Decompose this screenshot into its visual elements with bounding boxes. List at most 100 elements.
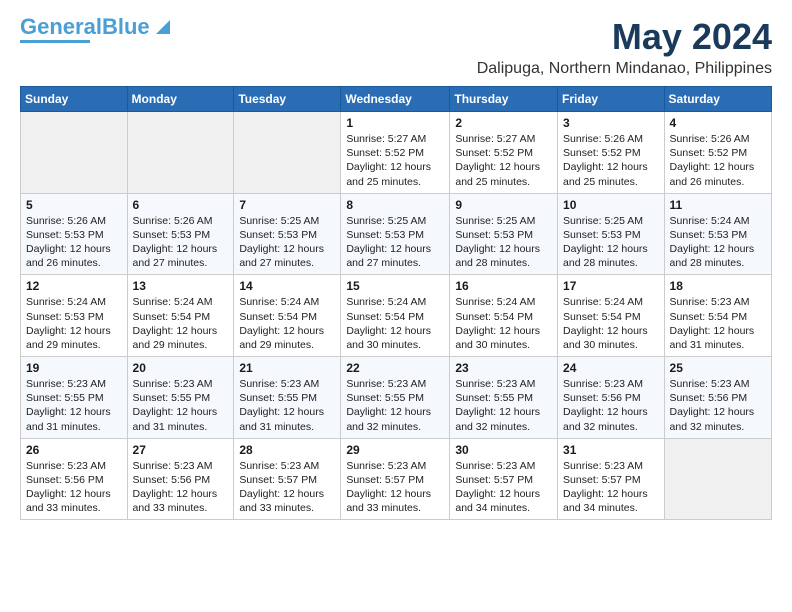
header-tuesday: Tuesday xyxy=(234,87,341,112)
day-info: Sunrise: 5:25 AMSunset: 5:53 PMDaylight:… xyxy=(455,214,552,271)
day-info: Sunrise: 5:23 AMSunset: 5:56 PMDaylight:… xyxy=(133,459,229,516)
calendar-week-row: 1 Sunrise: 5:27 AMSunset: 5:52 PMDaylight… xyxy=(21,112,772,194)
logo-general: General xyxy=(20,14,102,39)
day-info: Sunrise: 5:24 AMSunset: 5:54 PMDaylight:… xyxy=(455,295,552,352)
calendar-cell xyxy=(21,112,128,194)
logo-text: GeneralBlue xyxy=(20,16,150,38)
day-number: 11 xyxy=(670,198,766,212)
calendar-cell: 13Sunrise: 5:24 AMSunset: 5:54 PMDayligh… xyxy=(127,275,234,357)
day-number: 30 xyxy=(455,443,552,457)
day-number: 29 xyxy=(346,443,444,457)
day-info: Sunrise: 5:23 AMSunset: 5:57 PMDaylight:… xyxy=(346,459,444,516)
day-number: 31 xyxy=(563,443,659,457)
day-info: Sunrise: 5:27 AMSunset: 5:52 PMDaylight:… xyxy=(346,132,444,189)
day-info: Sunrise: 5:26 AMSunset: 5:52 PMDaylight:… xyxy=(670,132,766,189)
calendar-cell: 29 Sunrise: 5:23 AMSunset: 5:57 PMDayligh… xyxy=(341,438,450,520)
day-info: Sunrise: 5:25 AMSunset: 5:53 PMDaylight:… xyxy=(346,214,444,271)
day-info: Sunrise: 5:26 AMSunset: 5:53 PMDaylight:… xyxy=(26,214,122,271)
calendar-table: Sunday Monday Tuesday Wednesday Thursday… xyxy=(20,86,772,520)
day-info: Sunrise: 5:23 AMSunset: 5:57 PMDaylight:… xyxy=(239,459,335,516)
day-info: Sunrise: 5:24 AMSunset: 5:54 PMDaylight:… xyxy=(346,295,444,352)
calendar-week-row: 19 Sunrise: 5:23 AMSunset: 5:55 PMDayligh… xyxy=(21,357,772,439)
day-number: 26 xyxy=(26,443,122,457)
day-number: 21 xyxy=(239,361,335,375)
day-info: Sunrise: 5:24 AMSunset: 5:54 PMDaylight:… xyxy=(563,295,659,352)
day-number: 25 xyxy=(670,361,766,375)
calendar-cell: 26 Sunrise: 5:23 AMSunset: 5:56 PMDayligh… xyxy=(21,438,128,520)
calendar-header-row: Sunday Monday Tuesday Wednesday Thursday… xyxy=(21,87,772,112)
day-number: 1 xyxy=(346,116,444,130)
calendar-cell: 11 Sunrise: 5:24 AMSunset: 5:53 PMDayligh… xyxy=(664,193,771,275)
day-number: 28 xyxy=(239,443,335,457)
calendar-cell: 5 Sunrise: 5:26 AMSunset: 5:53 PMDaylight… xyxy=(21,193,128,275)
day-number: 14 xyxy=(239,279,335,293)
day-number: 4 xyxy=(670,116,766,130)
calendar-cell: 20 Sunrise: 5:23 AMSunset: 5:55 PMDayligh… xyxy=(127,357,234,439)
calendar-cell: 4 Sunrise: 5:26 AMSunset: 5:52 PMDaylight… xyxy=(664,112,771,194)
logo: GeneralBlue xyxy=(20,16,170,43)
day-number: 15 xyxy=(346,279,444,293)
day-info: Sunrise: 5:23 AMSunset: 5:57 PMDaylight:… xyxy=(563,459,659,516)
day-info: Sunrise: 5:23 AMSunset: 5:55 PMDaylight:… xyxy=(346,377,444,434)
day-info: Sunrise: 5:26 AMSunset: 5:52 PMDaylight:… xyxy=(563,132,659,189)
header-wednesday: Wednesday xyxy=(341,87,450,112)
calendar-cell: 1 Sunrise: 5:27 AMSunset: 5:52 PMDaylight… xyxy=(341,112,450,194)
calendar-cell: 9Sunrise: 5:25 AMSunset: 5:53 PMDaylight… xyxy=(450,193,558,275)
day-number: 19 xyxy=(26,361,122,375)
day-number: 3 xyxy=(563,116,659,130)
calendar-cell xyxy=(234,112,341,194)
main-title: May 2024 xyxy=(477,16,772,58)
calendar-cell: 15 Sunrise: 5:24 AMSunset: 5:54 PMDayligh… xyxy=(341,275,450,357)
page: GeneralBlue May 2024 Dalipuga, Northern … xyxy=(0,0,792,536)
day-number: 6 xyxy=(133,198,229,212)
day-number: 17 xyxy=(563,279,659,293)
header-saturday: Saturday xyxy=(664,87,771,112)
day-info: Sunrise: 5:23 AMSunset: 5:56 PMDaylight:… xyxy=(26,459,122,516)
calendar-cell: 25 Sunrise: 5:23 AMSunset: 5:56 PMDayligh… xyxy=(664,357,771,439)
calendar-week-row: 5 Sunrise: 5:26 AMSunset: 5:53 PMDaylight… xyxy=(21,193,772,275)
calendar-cell xyxy=(127,112,234,194)
day-number: 23 xyxy=(455,361,552,375)
calendar-cell: 30Sunrise: 5:23 AMSunset: 5:57 PMDayligh… xyxy=(450,438,558,520)
calendar-cell: 2 Sunrise: 5:27 AMSunset: 5:52 PMDaylight… xyxy=(450,112,558,194)
day-info: Sunrise: 5:25 AMSunset: 5:53 PMDaylight:… xyxy=(563,214,659,271)
day-info: Sunrise: 5:24 AMSunset: 5:53 PMDaylight:… xyxy=(670,214,766,271)
calendar-week-row: 12Sunrise: 5:24 AMSunset: 5:53 PMDayligh… xyxy=(21,275,772,357)
day-info: Sunrise: 5:23 AMSunset: 5:56 PMDaylight:… xyxy=(563,377,659,434)
calendar-cell: 6Sunrise: 5:26 AMSunset: 5:53 PMDaylight… xyxy=(127,193,234,275)
calendar-cell: 22Sunrise: 5:23 AMSunset: 5:55 PMDayligh… xyxy=(341,357,450,439)
day-number: 7 xyxy=(239,198,335,212)
day-info: Sunrise: 5:23 AMSunset: 5:55 PMDaylight:… xyxy=(455,377,552,434)
calendar-cell: 28 Sunrise: 5:23 AMSunset: 5:57 PMDayligh… xyxy=(234,438,341,520)
header-monday: Monday xyxy=(127,87,234,112)
day-number: 20 xyxy=(133,361,229,375)
header: GeneralBlue May 2024 Dalipuga, Northern … xyxy=(20,16,772,78)
day-info: Sunrise: 5:23 AMSunset: 5:56 PMDaylight:… xyxy=(670,377,766,434)
day-info: Sunrise: 5:25 AMSunset: 5:53 PMDaylight:… xyxy=(239,214,335,271)
day-info: Sunrise: 5:27 AMSunset: 5:52 PMDaylight:… xyxy=(455,132,552,189)
day-number: 16 xyxy=(455,279,552,293)
logo-icon xyxy=(152,18,170,36)
calendar-cell: 3 Sunrise: 5:26 AMSunset: 5:52 PMDaylight… xyxy=(558,112,665,194)
subtitle: Dalipuga, Northern Mindanao, Philippines xyxy=(477,60,772,78)
calendar-cell: 10Sunrise: 5:25 AMSunset: 5:53 PMDayligh… xyxy=(558,193,665,275)
calendar-cell: 21Sunrise: 5:23 AMSunset: 5:55 PMDayligh… xyxy=(234,357,341,439)
calendar-week-row: 26 Sunrise: 5:23 AMSunset: 5:56 PMDayligh… xyxy=(21,438,772,520)
calendar-cell: 23 Sunrise: 5:23 AMSunset: 5:55 PMDayligh… xyxy=(450,357,558,439)
header-sunday: Sunday xyxy=(21,87,128,112)
calendar-cell: 14Sunrise: 5:24 AMSunset: 5:54 PMDayligh… xyxy=(234,275,341,357)
day-number: 5 xyxy=(26,198,122,212)
calendar-cell xyxy=(664,438,771,520)
calendar-cell: 18 Sunrise: 5:23 AMSunset: 5:54 PMDayligh… xyxy=(664,275,771,357)
day-number: 2 xyxy=(455,116,552,130)
day-info: Sunrise: 5:24 AMSunset: 5:53 PMDaylight:… xyxy=(26,295,122,352)
calendar-cell: 16 Sunrise: 5:24 AMSunset: 5:54 PMDayligh… xyxy=(450,275,558,357)
day-number: 18 xyxy=(670,279,766,293)
day-number: 13 xyxy=(133,279,229,293)
day-info: Sunrise: 5:23 AMSunset: 5:55 PMDaylight:… xyxy=(133,377,229,434)
day-info: Sunrise: 5:23 AMSunset: 5:54 PMDaylight:… xyxy=(670,295,766,352)
calendar-cell: 7 Sunrise: 5:25 AMSunset: 5:53 PMDaylight… xyxy=(234,193,341,275)
title-block: May 2024 Dalipuga, Northern Mindanao, Ph… xyxy=(477,16,772,78)
calendar-cell: 8Sunrise: 5:25 AMSunset: 5:53 PMDaylight… xyxy=(341,193,450,275)
logo-line xyxy=(20,40,90,43)
